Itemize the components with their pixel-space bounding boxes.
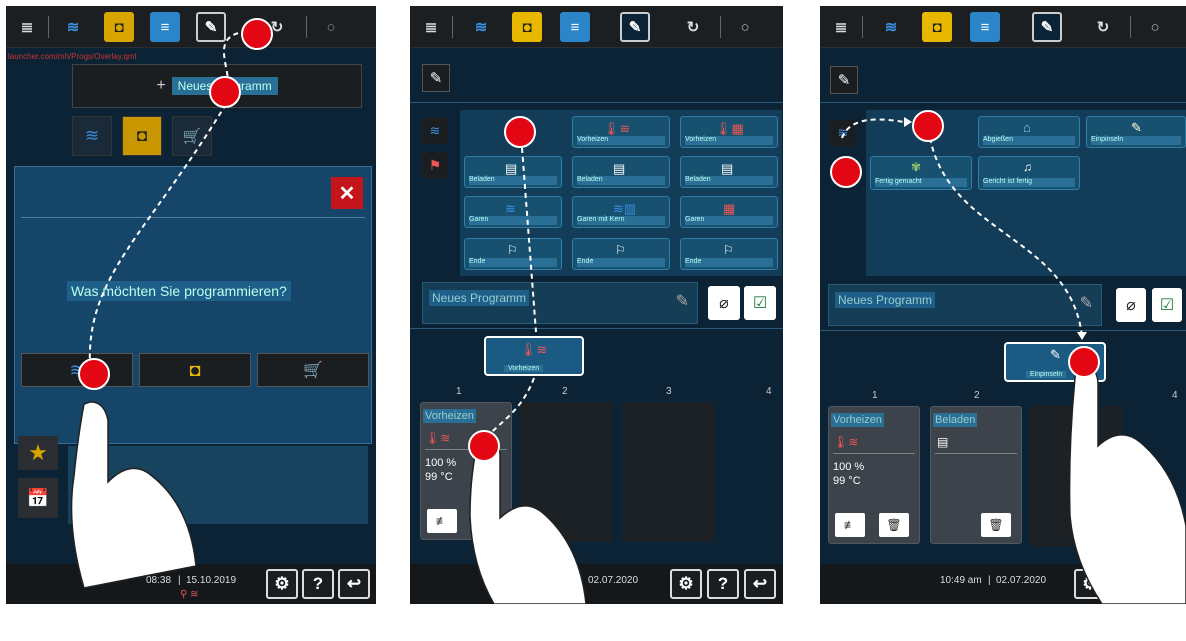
program-step-2[interactable]: Beladen ▤ 🗑 — [930, 406, 1022, 544]
screen-panel-3: ≣ ≋ ◘ ≡ ✎ ↻ ○ ✎ ≋ ⌂ Abgießen ✎ Einpinseln … — [820, 6, 1186, 604]
edit-icon[interactable]: ✎ — [830, 66, 858, 94]
intelligent-cooking-icon[interactable]: ≋ — [466, 12, 496, 42]
intelligent-cooking-icon[interactable]: ≋ — [58, 12, 88, 42]
dialog-question: Was möchten Sie programmieren? — [67, 281, 291, 301]
attach-button[interactable]: ⌀ — [708, 286, 740, 320]
program-path-text: launcher.com/mh/Progs/Overlay.qml — [8, 52, 137, 61]
program-step-2-empty — [520, 402, 612, 542]
settings-button[interactable]: ⚙ — [1074, 569, 1106, 599]
programming-icon[interactable]: ✎ — [1032, 12, 1062, 42]
programming-icon[interactable]: ✎ — [620, 12, 650, 42]
time-separator: | — [580, 575, 583, 586]
step-settings-button[interactable]: ≢ — [835, 513, 865, 537]
status-footer: 08:38 | 15.10.2019 ⚲ ≋ ⚙ ? ↩ — [6, 564, 376, 604]
option-cooking-profile[interactable]: ◘ — [139, 353, 251, 387]
new-program-dialog: ✕ Was möchten Sie programmieren? ≋ ◘ 🛒 — [14, 166, 372, 444]
back-button[interactable]: ↩ — [338, 569, 370, 599]
program-step-3-empty — [1030, 406, 1122, 546]
step-title: Beladen — [933, 413, 978, 427]
category-intelligent-icon[interactable]: ≋ — [830, 120, 856, 146]
step-delete-button[interactable]: 🗑 — [879, 513, 909, 537]
program-list-icon[interactable]: ≡ — [560, 12, 590, 42]
status-footer: 10:49 am | 02.07.2020 ⚙ ? ↩ — [820, 564, 1186, 604]
clock-time: 08:38 — [146, 575, 172, 586]
clock-date: 02.07.2020 — [588, 575, 639, 586]
clock-date: 02.07.2020 — [996, 575, 1047, 586]
attach-button[interactable]: ⌀ — [1116, 288, 1146, 322]
time-separator: | — [988, 575, 991, 586]
screen-panel-1: ≣ ≋ ◘ ≡ ✎ ↻ ○ launcher.com/mh/Progs/Over… — [6, 6, 376, 604]
top-navigation-bar: ≣ ≋ ◘ ≡ ✎ ↻ ○ — [6, 6, 376, 48]
touch-point-drop — [1068, 346, 1100, 378]
save-button[interactable]: ☑ — [1152, 288, 1182, 322]
cook-profile-icon[interactable]: ◘ — [922, 12, 952, 42]
settings-button[interactable]: ⚙ — [266, 569, 298, 599]
touch-point-tile — [912, 110, 944, 142]
step-settings-button[interactable]: ≢ — [427, 509, 457, 533]
program-step-1[interactable]: Vorheizen 🌡≋ 100 % 99 °C ≢ 🗑 — [828, 406, 920, 544]
back-button[interactable]: ↩ — [1148, 569, 1180, 599]
favorite-star-icon[interactable]: ★ — [18, 436, 58, 470]
pencil-icon: ✎ — [1079, 295, 1093, 312]
menu-icon[interactable]: ≣ — [826, 12, 856, 42]
intelligent-cooking-icon[interactable]: ≋ — [876, 12, 906, 42]
category-intelligent-icon[interactable]: ≋ — [422, 118, 448, 144]
touch-point-step-slot — [468, 430, 500, 462]
pencil-icon: ✎ — [675, 293, 689, 310]
program-name-input[interactable]: Neues Programm ✎ — [422, 282, 698, 324]
top-navigation-bar: ≣ ≋ ◘ ≡ ✎ ↻ ○ — [410, 6, 783, 48]
help-button[interactable]: ? — [707, 569, 739, 599]
touch-point-new-program — [209, 76, 241, 108]
touch-point-category — [830, 156, 862, 188]
cook-profile-icon[interactable]: ◘ — [512, 12, 542, 42]
program-step-3-empty — [622, 402, 714, 542]
help-button[interactable]: ? — [302, 569, 334, 599]
menu-icon[interactable]: ≣ — [416, 12, 446, 42]
back-button[interactable]: ↩ — [744, 569, 776, 599]
settings-button[interactable]: ⚙ — [670, 569, 702, 599]
network-icon: ⚲ ≋ — [180, 589, 199, 600]
touch-point-tab — [241, 18, 273, 50]
touch-point-tile — [504, 116, 536, 148]
touch-point-option — [78, 358, 110, 390]
search-icon[interactable]: ○ — [1140, 12, 1170, 42]
program-step-1[interactable]: Vorheizen 🌡≋ 100 % 99 °C ≢ — [420, 402, 512, 540]
time-separator: | — [178, 575, 181, 586]
calendar-icon[interactable]: 📅 — [18, 478, 58, 518]
category-manual-icon[interactable]: ⚑ — [422, 152, 448, 178]
program-list-area — [68, 446, 368, 524]
edit-icon[interactable]: ✎ — [422, 64, 450, 92]
save-button[interactable]: ☑ — [744, 286, 776, 320]
dragged-step-tile[interactable]: 🌡≋ Vorheizen — [484, 336, 584, 376]
program-name-input[interactable]: Neues Programm ✎ — [828, 284, 1102, 326]
screen-panel-2: ≣ ≋ ◘ ≡ ✎ ↻ ○ ✎ ≋ ⚑ 🌡≋ Vorheizen 🌡▦ Vorhei… — [410, 6, 783, 604]
clock-date: 15.10.2019 — [186, 575, 237, 586]
top-navigation-bar: ≣ ≋ ◘ ≡ ✎ ↻ ○ — [820, 6, 1186, 48]
step-delete-button[interactable]: 🗑 — [981, 513, 1011, 537]
filter-shopping-cart[interactable]: 🛒 — [172, 116, 212, 156]
step-title: Vorheizen — [831, 413, 884, 427]
help-button[interactable]: ? — [1112, 569, 1144, 599]
dialog-close-button[interactable]: ✕ — [331, 177, 363, 209]
program-list-icon[interactable]: ≡ — [150, 12, 180, 42]
menu-icon[interactable]: ≣ — [12, 12, 42, 42]
option-shopping-cart[interactable]: 🛒 — [257, 353, 369, 387]
clock-time: 10:49 am — [940, 575, 982, 586]
filter-cook-profile[interactable]: ◘ — [122, 116, 162, 156]
search-icon[interactable]: ○ — [316, 12, 346, 42]
plus-icon: + — [156, 77, 166, 94]
filter-intelligent-cooking[interactable]: ≋ — [72, 116, 112, 156]
search-icon[interactable]: ○ — [730, 12, 760, 42]
icare-icon[interactable]: ↻ — [678, 12, 708, 42]
programming-icon[interactable]: ✎ — [196, 12, 226, 42]
clock-time: 10:45 am — [530, 575, 572, 586]
icare-icon[interactable]: ↻ — [1088, 12, 1118, 42]
step-title: Vorheizen — [423, 409, 476, 423]
status-footer: 10:45 am | 02.07.2020 ⚙ ? ↩ — [410, 564, 783, 604]
cook-profile-icon[interactable]: ◘ — [104, 12, 134, 42]
option-intelligent-cooking[interactable]: ≋ — [21, 353, 133, 387]
program-list-icon[interactable]: ≡ — [970, 12, 1000, 42]
